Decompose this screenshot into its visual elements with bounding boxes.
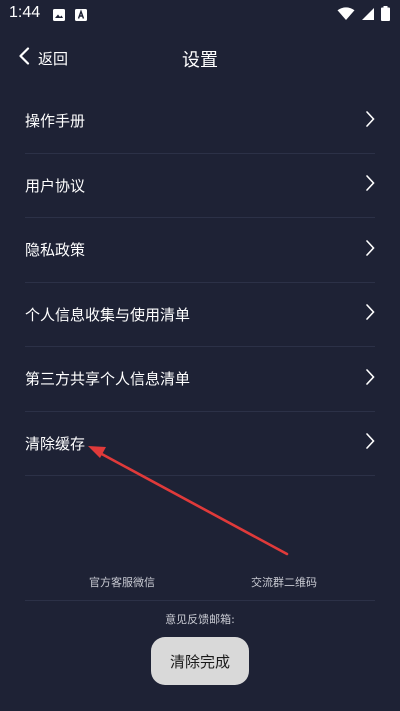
menu-item-label: 个人信息收集与使用清单 xyxy=(25,305,191,324)
menu-item-label: 清除缓存 xyxy=(25,434,86,453)
chevron-right-icon xyxy=(365,239,375,261)
feedback-email-label: 意见反馈邮箱: xyxy=(165,613,235,626)
settings-menu: 操作手册 用户协议 隐私政策 个人信息收集与使用清单 第三方共享个人信息清单 清… xyxy=(25,89,375,476)
status-notification-icons xyxy=(52,7,88,26)
footer-divider xyxy=(25,600,375,601)
signal-icon xyxy=(361,6,375,25)
battery-icon xyxy=(381,6,390,25)
chevron-right-icon xyxy=(365,303,375,325)
chevron-right-icon xyxy=(365,110,375,132)
menu-item-label: 第三方共享个人信息清单 xyxy=(25,370,191,389)
image-notification-icon xyxy=(52,7,66,26)
wifi-icon xyxy=(337,6,355,25)
status-time: 1:44 xyxy=(9,4,41,21)
menu-item-clear-cache[interactable]: 清除缓存 xyxy=(25,412,375,476)
chevron-right-icon xyxy=(365,432,375,454)
wechat-service-link[interactable]: 官方客服微信 xyxy=(89,574,155,590)
group-qrcode-link[interactable]: 交流群二维码 xyxy=(251,574,317,590)
status-system-icons xyxy=(337,6,390,25)
menu-item-third-party-sharing-list[interactable]: 第三方共享个人信息清单 xyxy=(25,347,375,412)
nav-bar: 返回 设置 xyxy=(0,38,400,78)
menu-item-label: 隐私政策 xyxy=(25,241,86,260)
menu-item-label: 用户协议 xyxy=(25,176,86,195)
menu-item-user-agreement[interactable]: 用户协议 xyxy=(25,154,375,218)
font-notification-icon xyxy=(74,7,88,26)
menu-item-label: 操作手册 xyxy=(25,112,86,131)
menu-item-manual[interactable]: 操作手册 xyxy=(25,89,375,154)
page-title: 设置 xyxy=(182,50,218,71)
menu-item-personal-info-list[interactable]: 个人信息收集与使用清单 xyxy=(25,283,375,347)
chevron-right-icon xyxy=(365,174,375,196)
footer-links: 官方客服微信 交流群二维码 xyxy=(0,574,400,594)
status-bar: 1:44 xyxy=(0,0,400,30)
toast-message: 清除完成 xyxy=(151,637,249,685)
menu-item-privacy-policy[interactable]: 隐私政策 xyxy=(25,218,375,283)
chevron-right-icon xyxy=(365,368,375,390)
